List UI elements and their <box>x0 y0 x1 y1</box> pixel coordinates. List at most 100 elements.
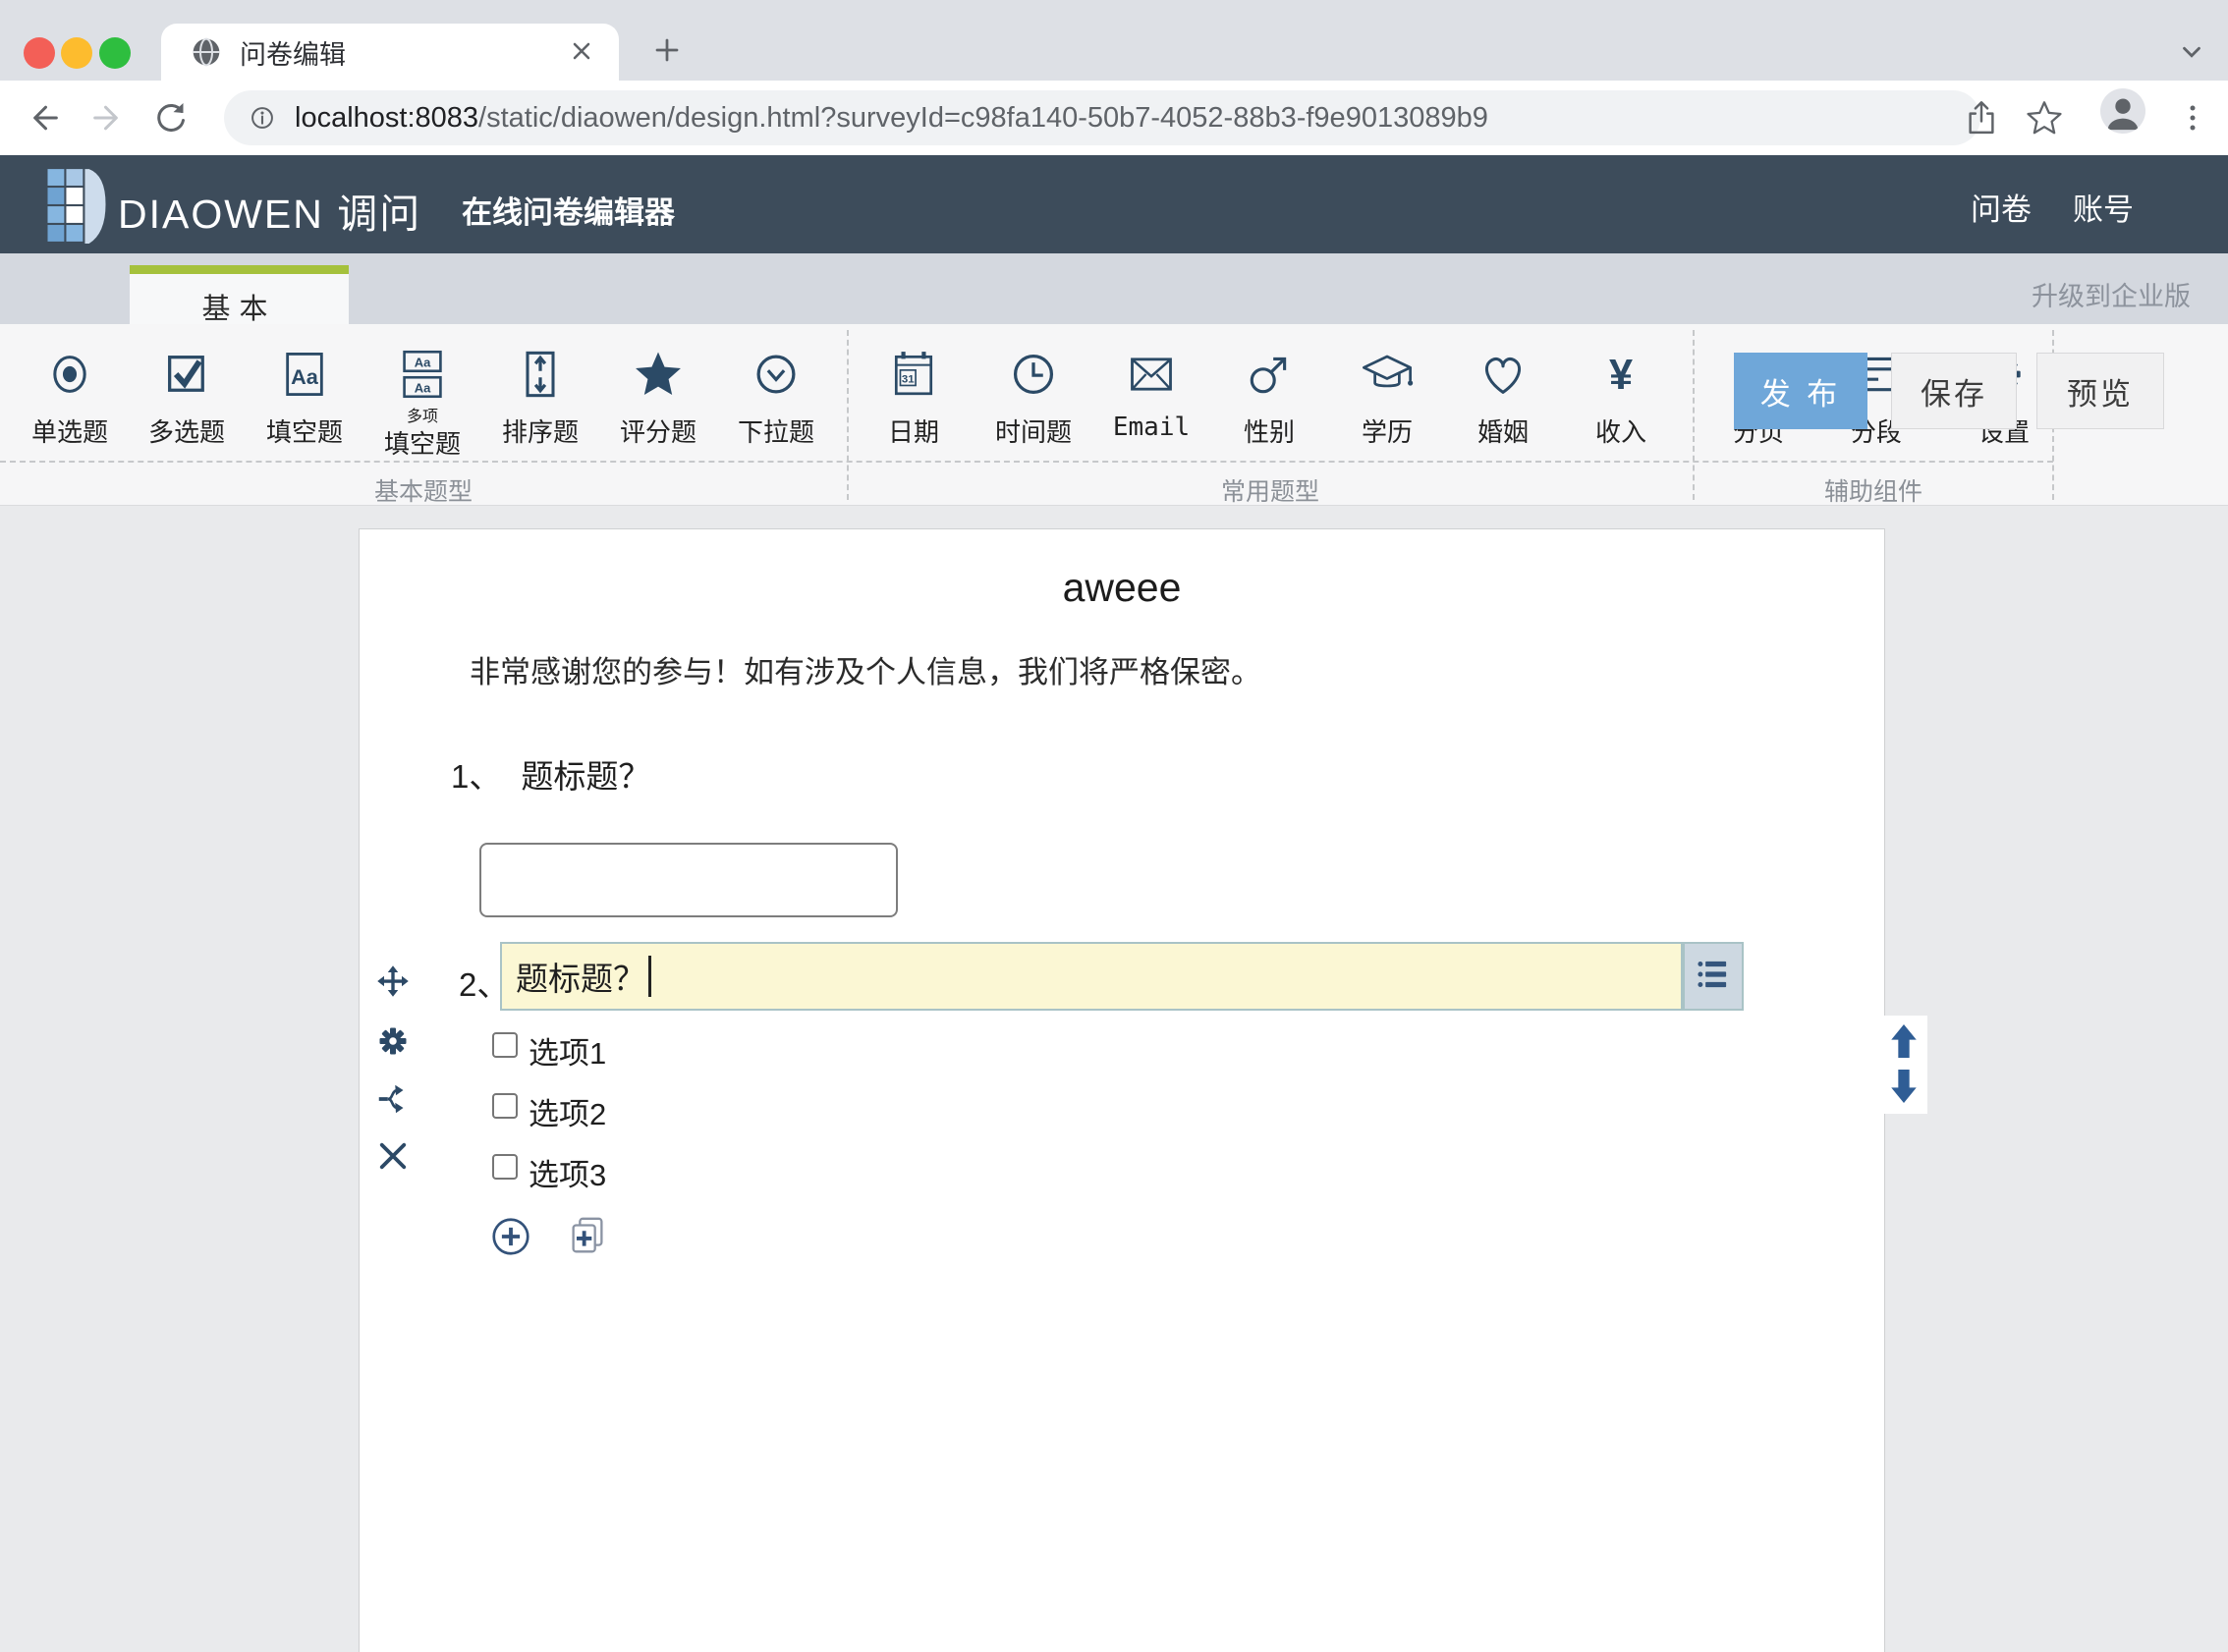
sort-icon <box>486 338 594 411</box>
svg-text:31: 31 <box>902 373 915 385</box>
browser-toolbar: localhost:8083/static/diaowen/design.htm… <box>0 81 2228 155</box>
graduation-cap-icon <box>1333 338 1441 411</box>
question-settings-gear-icon[interactable] <box>375 1023 411 1059</box>
delete-question-icon[interactable] <box>375 1138 411 1174</box>
star-icon <box>604 338 712 411</box>
svg-text:Aa: Aa <box>291 364 319 389</box>
clock-icon <box>979 338 1087 411</box>
toolbar-item-marriage[interactable]: 婚姻 <box>1449 338 1557 449</box>
bookmark-star-icon[interactable] <box>2024 97 2065 143</box>
male-icon <box>1215 338 1323 411</box>
reload-icon[interactable] <box>151 98 191 142</box>
toolbar-item-fillblank-multi[interactable]: AaAa 多项 填空题 <box>368 338 476 461</box>
heart-icon <box>1449 338 1557 411</box>
back-icon[interactable] <box>24 98 63 142</box>
envelope-icon <box>1097 338 1205 411</box>
toolbar-item-email[interactable]: Email <box>1097 338 1205 442</box>
tab-close-icon[interactable] <box>568 37 595 70</box>
move-up-icon[interactable] <box>1887 1021 1921 1061</box>
toolbar-item-fillblank[interactable]: Aa 填空题 <box>251 338 359 449</box>
toolbar-item-time[interactable]: 时间题 <box>979 338 1087 449</box>
toolbar-item-date[interactable]: 31 日期 <box>860 338 968 449</box>
option-2-checkbox[interactable] <box>492 1093 518 1119</box>
toolbar-item-gender[interactable]: 性别 <box>1215 338 1323 449</box>
url-text: localhost:8083/static/diaowen/design.htm… <box>295 102 1488 135</box>
svg-text:Aa: Aa <box>415 355 431 369</box>
logic-branch-icon[interactable] <box>375 1081 411 1117</box>
question-1-title: 题标题？ <box>521 758 650 795</box>
question-2-title-text: 题标题？ <box>516 953 645 1000</box>
browser-menu-icon[interactable] <box>2173 98 2212 142</box>
radio-icon <box>16 338 124 411</box>
option-3-label[interactable]: 选项3 <box>529 1150 606 1194</box>
macos-zoom-light[interactable] <box>99 37 131 69</box>
address-bar[interactable]: localhost:8083/static/diaowen/design.htm… <box>224 90 1980 145</box>
option-1-checkbox[interactable] <box>492 1032 518 1058</box>
editor-tabbar: 基本 升级到企业版 <box>0 253 2228 324</box>
fillblank-icon: Aa <box>251 338 359 411</box>
toolbar-item-radio[interactable]: 单选题 <box>16 338 124 449</box>
question-1-number: 1、 <box>451 758 501 795</box>
batch-options-button[interactable] <box>1683 942 1744 1011</box>
brand-title[interactable]: DIAOWEN 调问 <box>118 181 421 240</box>
browser-tab[interactable]: 问卷编辑 <box>161 24 619 81</box>
checkbox-icon <box>133 338 241 411</box>
survey-title[interactable]: aweee <box>360 565 1884 611</box>
toolbar-item-income[interactable]: ¥ 收入 <box>1567 338 1675 449</box>
move-icon[interactable] <box>375 964 411 999</box>
toolbar-section-labels: 基本题型 常用题型 辅助组件 <box>0 461 2053 506</box>
fillblank-multi-icon: Aa Aa <box>368 338 476 411</box>
app-title: 在线问卷编辑器 <box>462 188 675 232</box>
question-1-label[interactable]: 1、题标题？ <box>451 750 650 798</box>
nav-account[interactable]: 账号 <box>2073 185 2134 229</box>
upgrade-link[interactable]: 升级到企业版 <box>2032 275 2191 313</box>
diaowen-logo-icon[interactable] <box>47 167 106 248</box>
publish-button[interactable]: 发 布 <box>1734 353 1867 429</box>
toolbar-item-education[interactable]: 学历 <box>1333 338 1441 449</box>
tab-title: 问卷编辑 <box>240 33 346 72</box>
list-menu-icon <box>1693 954 1734 1000</box>
svg-text:¥: ¥ <box>1609 352 1633 399</box>
share-icon[interactable] <box>1961 97 2002 143</box>
section-label-common: 常用题型 <box>1172 472 1368 508</box>
question-toolbar: 单选题 多选题 Aa 填空题 AaAa 多项 填空题 排序题 评分题 下 <box>0 324 2228 506</box>
svg-text:Aa: Aa <box>415 380 431 395</box>
text-caret <box>648 956 651 997</box>
globe-icon <box>191 36 222 68</box>
question-2-title-input[interactable]: 题标题？ <box>500 942 1683 1011</box>
site-info-icon[interactable] <box>246 101 279 135</box>
macos-close-light[interactable] <box>24 37 55 69</box>
chevron-circle-icon <box>722 338 830 411</box>
new-tab-button[interactable] <box>652 35 682 70</box>
url-path: /static/diaowen/design.html?surveyId=c98… <box>478 102 1488 134</box>
editor-main: aweee 非常感谢您的参与！如有涉及个人信息，我们将严格保密。 1、题标题？ … <box>0 506 2228 1652</box>
option-3-checkbox[interactable] <box>492 1154 518 1180</box>
add-option-icon[interactable] <box>488 1214 533 1259</box>
preview-button[interactable]: 预览 <box>2036 353 2164 429</box>
question-1-text-input[interactable] <box>479 843 898 917</box>
forward-icon[interactable] <box>88 98 128 142</box>
toolbar-item-sort[interactable]: 排序题 <box>486 338 594 449</box>
nav-survey[interactable]: 问卷 <box>1971 185 2032 229</box>
option-1-label[interactable]: 选项1 <box>529 1028 606 1073</box>
save-button[interactable]: 保存 <box>1891 353 2017 429</box>
url-host: localhost:8083 <box>295 102 478 134</box>
header-nav: 问卷 账号 <box>1971 185 2134 229</box>
option-2-label[interactable]: 选项2 <box>529 1089 606 1133</box>
tab-basic[interactable]: 基本 <box>130 265 349 324</box>
question-move-panel <box>1880 1016 1927 1114</box>
macos-minimize-light[interactable] <box>61 37 92 69</box>
app-header: DIAOWEN 调问 在线问卷编辑器 问卷 账号 <box>0 155 2228 253</box>
multi-sublabel: 多项 <box>368 411 476 424</box>
toolbar-item-score[interactable]: 评分题 <box>604 338 712 449</box>
tab-search-chevron-icon[interactable] <box>2177 37 2206 72</box>
toolbar-item-checkbox[interactable]: 多选题 <box>133 338 241 449</box>
survey-welcome-text[interactable]: 非常感谢您的参与！如有涉及个人信息，我们将严格保密。 <box>470 647 1261 691</box>
add-multiple-options-icon[interactable] <box>565 1214 610 1259</box>
section-label-aux: 辅助组件 <box>1775 472 1972 508</box>
calendar-icon: 31 <box>860 338 968 411</box>
profile-avatar[interactable] <box>2100 88 2145 134</box>
move-down-icon[interactable] <box>1887 1067 1921 1106</box>
toolbar-item-dropdown[interactable]: 下拉题 <box>722 338 830 449</box>
browser-tab-strip: 问卷编辑 <box>0 0 2228 81</box>
